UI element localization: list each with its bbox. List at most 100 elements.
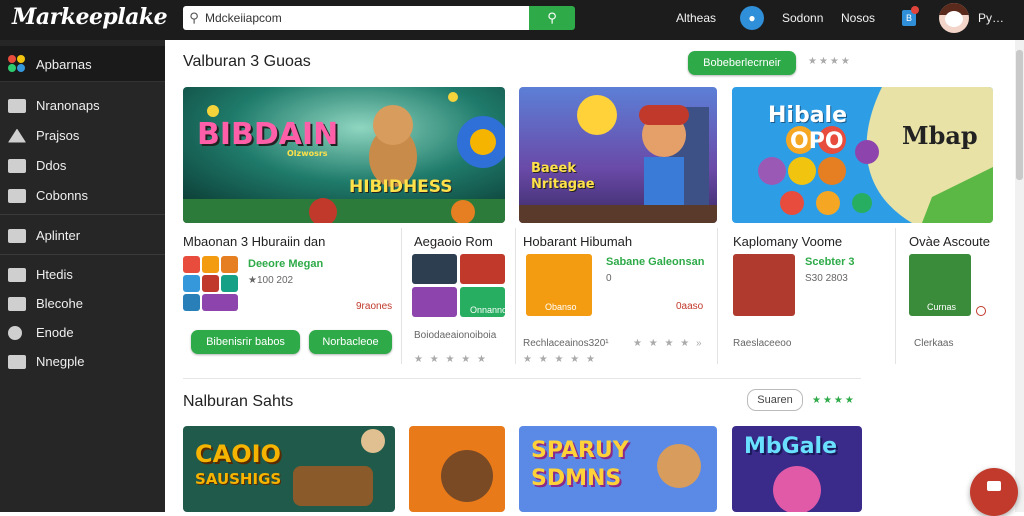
top-bar: Markeeplake ⚲ ⚲ Altheas ● Sodonn Nosos B… [0, 0, 1024, 40]
banner-subtitle: SDMNS [531, 466, 622, 491]
app-tile [412, 254, 457, 284]
search-button[interactable]: ⚲ [529, 6, 575, 30]
user-name[interactable]: Py… [978, 11, 1004, 25]
sidebar-item-prajsos[interactable]: Prajsos [8, 128, 79, 143]
banner-subtitle: SAUSHIGS [195, 470, 282, 488]
card-price: 0aaso [676, 301, 704, 312]
app-logo[interactable]: Markeeplake [12, 4, 168, 30]
card-title[interactable]: Hobarant Hibumah [523, 234, 632, 249]
banner-tag: Mbap [902, 121, 978, 150]
card-meta: ★100 202 [248, 275, 294, 286]
scrollbar-thumb[interactable] [1016, 50, 1023, 180]
game-banner-5[interactable] [409, 426, 505, 512]
rating-stars: ★ ★ ★ ★ ★ [523, 354, 597, 365]
sidebar-item-blecohe[interactable]: Blecohe [8, 296, 83, 311]
sidebar-item-nnegple[interactable]: Nnegple [8, 354, 84, 369]
banner-subtitle: Nritagae [531, 177, 595, 192]
tile-label: Curnas [927, 302, 957, 312]
top-link-sodonn[interactable]: Sodonn [782, 11, 823, 25]
card-meta: Boiodaeaionoiboia [414, 330, 497, 341]
banner-art [183, 426, 395, 512]
app-tile [460, 254, 505, 284]
app-icon[interactable] [733, 254, 795, 316]
banner-title: Hibale [768, 103, 848, 128]
game-banner-3[interactable]: Hibale OPO Mbap [732, 87, 993, 223]
sidebar-item-apbarnas[interactable]: Apbarnas [8, 55, 92, 73]
banner-title: CAOIO [195, 440, 281, 468]
card-title[interactable]: Kaplomany Voome [733, 234, 842, 249]
app-tile [412, 287, 457, 317]
sidebar-item-label: Apbarnas [36, 56, 92, 72]
sidebar-item-ddos[interactable]: Ddos [8, 158, 66, 173]
section-divider [183, 378, 861, 379]
game-banner-7[interactable]: MbGale [732, 426, 862, 512]
section-action-button[interactable]: Bobeberlecrneir [688, 51, 796, 75]
avatar-face [945, 11, 963, 27]
rating-stars: ★★★★ [808, 56, 852, 67]
banner-title: MbGale [744, 434, 838, 459]
app-tile [183, 294, 200, 311]
sidebar-item-label: Prajsos [36, 128, 80, 143]
banner-title: BIBDAIN [197, 117, 339, 152]
search-icon: ⚲ [189, 10, 199, 25]
search-icon: ⚲ [547, 10, 557, 25]
banner-title: Baeek [531, 161, 576, 176]
card-title[interactable]: Aegaoio Rom [414, 234, 493, 249]
card-secondary-button[interactable]: Norbacleoe [309, 330, 392, 354]
app-tile [183, 256, 200, 273]
cart-icon[interactable]: B [902, 6, 919, 26]
avatar[interactable] [939, 3, 969, 33]
section-title: Nalburan Sahts [183, 393, 294, 410]
game-banner-4[interactable]: CAOIO SAUSHIGS [183, 426, 395, 512]
sidebar-item-label: Aplinter [36, 228, 81, 243]
rating-stars: ★★★★ [812, 395, 856, 406]
floating-action-button[interactable] [970, 468, 1018, 516]
sidebar-item-label: Blecohe [36, 296, 83, 311]
puzzle-icon [8, 55, 26, 73]
section-action-button[interactable]: Suaren [747, 389, 803, 411]
banner-art [409, 426, 505, 512]
sidebar-item-label: Nnegple [36, 354, 85, 369]
remove-icon[interactable] [976, 306, 986, 316]
card-subtitle: Scebter 3 [805, 256, 855, 268]
sidebar-item-label: Nranonaps [36, 98, 100, 113]
sidebar-item-htedis[interactable]: Htedis [8, 267, 73, 282]
card-primary-button[interactable]: Bibenisrir babos [191, 330, 300, 354]
sidebar-item-enode[interactable]: Enode [8, 325, 74, 340]
card-price: 9raones [356, 301, 393, 312]
gamepad-icon [8, 128, 26, 143]
search-box[interactable]: ⚲ [183, 6, 529, 30]
rating-stars: ★ ★ ★ ★ ★ [414, 354, 488, 365]
game-banner-2[interactable]: Baeek Nritagae [519, 87, 717, 223]
card-title[interactable]: Ovàe Ascoute [909, 234, 990, 249]
sidebar: Apbarnas Nranonaps Prajsos Ddos Cobonns … [0, 40, 165, 512]
column-divider [717, 228, 718, 364]
globe-icon[interactable]: ● [740, 6, 764, 30]
upload-icon [8, 228, 26, 243]
sidebar-item-label: Ddos [36, 158, 67, 173]
app-tile [202, 256, 219, 273]
tile-label: Onnanno [470, 305, 508, 315]
card-title[interactable]: Mbaonan 3 Hburaiin dan [183, 234, 325, 249]
sidebar-item-label: Cobonns [36, 188, 89, 203]
banner-art [183, 87, 505, 223]
card-meta: Clerkaas [914, 338, 954, 349]
sidebar-item-label: Enode [36, 325, 74, 340]
column-divider [515, 228, 516, 364]
game-banner-1[interactable]: BIBDAIN HIBIDHESS Olzwosrs [183, 87, 505, 223]
chart-icon [8, 267, 26, 282]
sidebar-item-aplinter[interactable]: Aplinter [8, 228, 80, 243]
game-banner-6[interactable]: SPARUY SDMNS [519, 426, 717, 512]
sidebar-item-nranonaps[interactable]: Nranonaps [8, 98, 100, 113]
scrollbar[interactable] [1015, 40, 1024, 512]
card-meta: S30 2803 [805, 273, 848, 284]
sidebar-item-label: Htedis [36, 267, 73, 282]
top-link-altheas[interactable]: Altheas [676, 11, 716, 25]
app-icon-grid[interactable] [183, 256, 239, 312]
search-input[interactable] [205, 11, 505, 25]
banner-title: SPARUY [531, 438, 629, 463]
top-link-nosos[interactable]: Nosos [841, 11, 875, 25]
globe-icon [8, 325, 22, 340]
app-tile [202, 294, 238, 311]
sidebar-item-cobonns[interactable]: Cobonns [8, 188, 88, 203]
